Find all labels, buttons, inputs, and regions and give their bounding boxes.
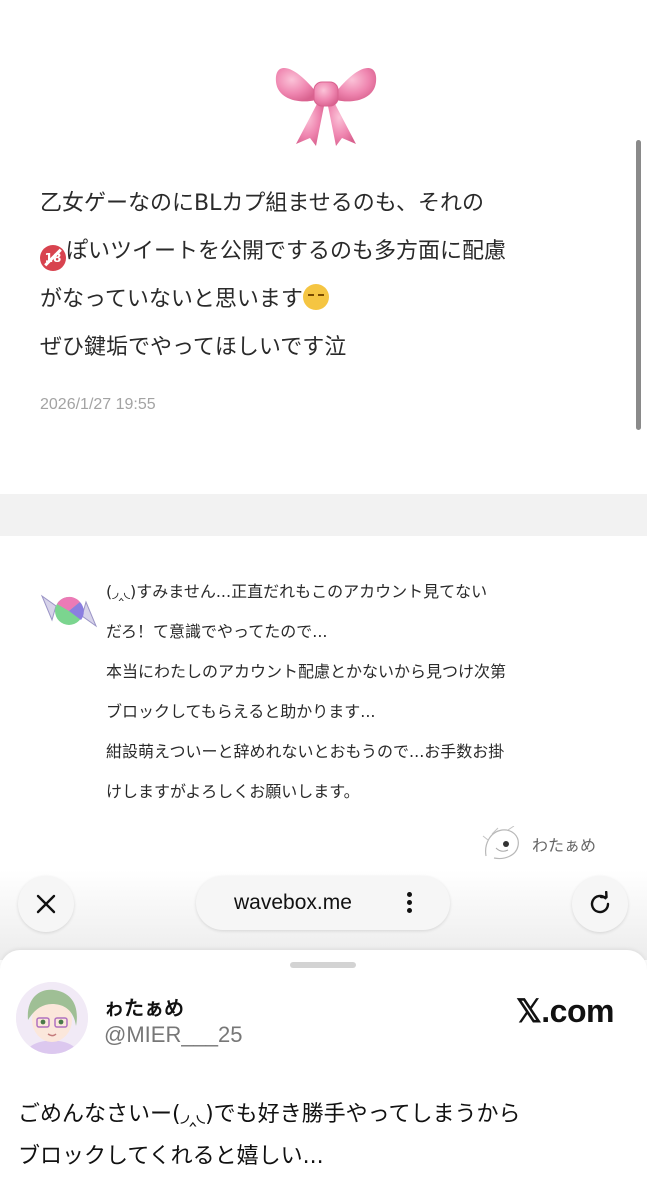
ribbon-icon xyxy=(275,68,377,146)
reply-line: (◞‸◟)すみません...正直だれもこのアカウント見てない xyxy=(106,582,488,601)
close-icon xyxy=(36,894,56,914)
signature-name: わたぁめ xyxy=(532,836,597,855)
reply-line: だろ！て意識でやってたので... xyxy=(106,622,328,641)
message-line: ぜひ鍵垢でやってほしいです泣 xyxy=(40,335,347,360)
display-name[interactable]: ゎたぁめ xyxy=(104,992,184,1021)
sheet-grabber[interactable] xyxy=(290,962,356,968)
message-line: 乙女ゲーなのにBLカプ組ませるのも、それの xyxy=(40,191,485,216)
no-under-18-icon: 18 xyxy=(40,245,66,271)
reload-icon xyxy=(590,891,610,914)
message-line: がなっていないと思います xyxy=(40,276,620,324)
signature-avatar-doodle xyxy=(482,826,519,860)
reply-signature: わたぁめ xyxy=(482,826,596,862)
x-com-logo[interactable]: 𝕏.com xyxy=(516,992,614,1030)
user-handle[interactable]: @MIER___25 xyxy=(104,1022,243,1048)
section-divider xyxy=(0,494,647,536)
tweet-text: ごめんなさいー(◞‸◟)でも好き勝手やってしまうから ブロックしてくれると嬉しい… xyxy=(18,1094,638,1178)
reply-body: (◞‸◟)すみません...正直だれもこのアカウント見てない だろ！て意識でやって… xyxy=(106,572,626,812)
message-line: 18 ぽいツイートを公開でするのも多方面に配慮 xyxy=(40,228,620,276)
tweet-line: ごめんなさいー(◞‸◟)でも好き勝手やってしまうから xyxy=(18,1102,521,1127)
more-options-icon[interactable] xyxy=(404,889,414,917)
pensive-face-icon xyxy=(302,284,329,310)
avatar-illustration xyxy=(16,982,88,1054)
url-text: wavebox.me xyxy=(234,891,352,914)
message-timestamp: 2026/1/27 19:55 xyxy=(40,396,156,413)
tweet-line: ブロックしてくれると嬉しい... xyxy=(18,1144,324,1169)
reply-line: 本当にわたしのアカウント配慮とかないから見つけ次第 xyxy=(106,662,507,681)
tweet-preview-sheet: ゎたぁめ @MIER___25 𝕏.com ごめんなさいー(◞‸◟)でも好き勝手… xyxy=(0,950,647,1200)
scrollbar[interactable] xyxy=(636,140,641,430)
reload-button[interactable] xyxy=(572,876,628,932)
message-body: 乙女ゲーなのにBLカプ組ませるのも、それの 18 ぽいツイートを公開でするのも多方… xyxy=(40,180,620,372)
reply-line: 紺設萌えついーと辞めれないとおもうので...お手数お掛 xyxy=(106,742,505,761)
reply-line: けしますがよろしくお願いします。 xyxy=(106,782,360,801)
close-button[interactable] xyxy=(18,876,74,932)
avatar[interactable] xyxy=(16,982,88,1054)
address-bar[interactable]: wavebox.me xyxy=(196,876,450,930)
candy-icon xyxy=(40,594,98,628)
reply-line: ブロックしてもらえると助かります... xyxy=(106,702,376,721)
